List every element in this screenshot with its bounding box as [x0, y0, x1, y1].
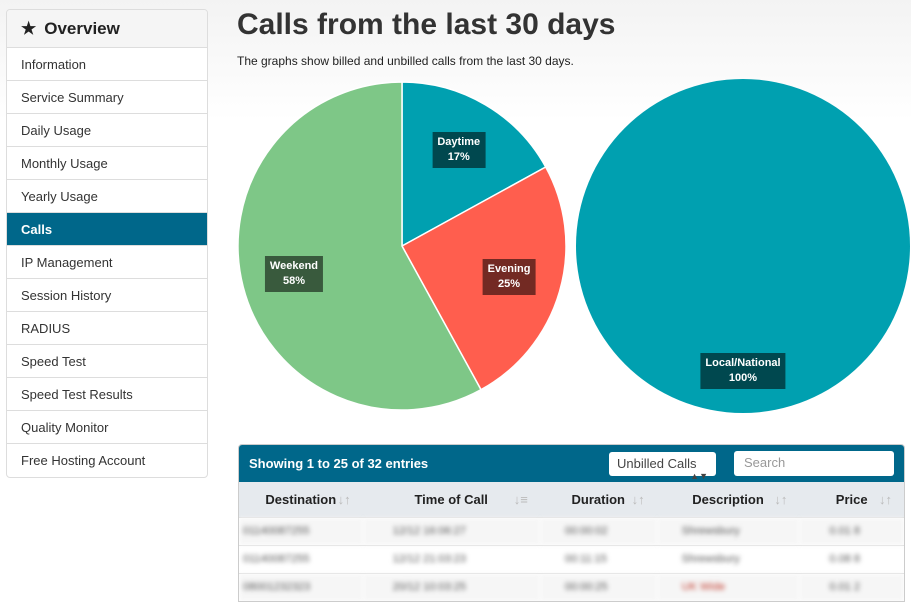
table-cell: 01140087255 [239, 544, 363, 573]
sort-icon: ↓↑ [774, 491, 788, 507]
table-row[interactable]: 01140087255 12/12 16:06:27 00:00:02 Shrewsb… [239, 516, 904, 545]
pie-label: Weekend 58% [264, 255, 324, 292]
table-cell: Shrewsbury [656, 544, 800, 573]
table-cell: 00:00:25 [539, 572, 657, 601]
table-cell: 01140087255 [239, 516, 363, 545]
column-header[interactable]: Destination ↓↑ [239, 482, 363, 517]
pie-label: Daytime 17% [432, 132, 486, 168]
search-input[interactable]: Search [734, 451, 894, 476]
table-cell: 20/12 10:03:25 [362, 572, 540, 601]
column-header[interactable]: Duration ↓↑ [539, 482, 657, 517]
sort-icon: ↓↑ [337, 491, 351, 507]
table-cell: 0.08 8 [799, 544, 904, 573]
column-header[interactable]: Description ↓↑ [656, 482, 800, 517]
table-cell: Shrewsbury [656, 516, 800, 545]
table-row[interactable]: 08001232323 20/12 10:03:25 00:00:25 UK Wide… [239, 572, 904, 601]
table-cell: 0.01 8 [799, 516, 904, 545]
table-cell: 0.01 2 [799, 572, 904, 601]
table-cell: 00:11:15 [539, 544, 657, 573]
pie-label: Local/National 100% [700, 353, 786, 390]
sort-icon: ↓↑ [631, 491, 645, 507]
table-cell: 00:00:02 [539, 516, 657, 545]
table-row[interactable]: 01140087255 12/12 21:03:23 00:11:15 Shrewsb… [239, 544, 904, 573]
sort-icon: ↓≡ [513, 491, 528, 507]
call-type-select[interactable]: Unbilled Calls ▲▼ [609, 451, 716, 481]
select-arrows-icon: ▲▼ [690, 470, 708, 481]
table-cell: 12/12 16:06:27 [362, 516, 540, 545]
column-header[interactable]: Price ↓↑ [799, 482, 904, 517]
column-header[interactable]: Time of Call ↓≡ [362, 482, 540, 517]
sort-icon: ↓↑ [879, 491, 892, 507]
table-cell: 08001232323 [239, 572, 363, 601]
sidebar-item-free-hosting-account[interactable]: Free Hosting Account [7, 444, 207, 477]
pie-label: Evening 25% [482, 259, 536, 296]
entries-info: Showing 1 to 25 of 32 entries [249, 456, 429, 471]
table-cell: 12/12 21:03:23 [362, 544, 540, 573]
table-cell: UK Wide [656, 572, 800, 601]
calls-table: Showing 1 to 25 of 32 entries Unbilled C… [238, 444, 905, 602]
